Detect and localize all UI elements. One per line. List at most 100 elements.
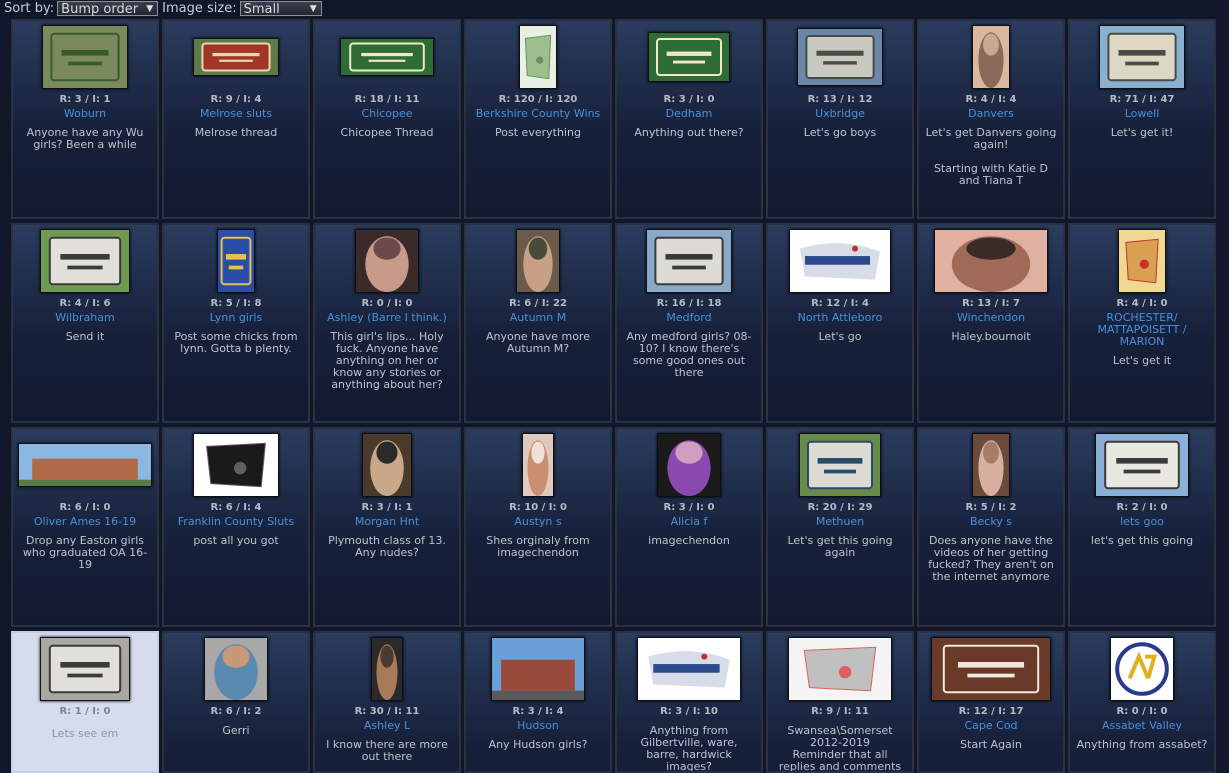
thread-thumbnail[interactable] [355, 229, 419, 293]
thread-thumbnail[interactable] [340, 38, 434, 76]
thread-title[interactable]: Chicopee [315, 108, 459, 120]
thread-card[interactable]: R: 10 / I: 0 Austyn s Shes orginaly from i… [464, 427, 612, 627]
thread-thumbnail[interactable] [1110, 637, 1174, 701]
thread-thumbnail[interactable] [193, 38, 279, 76]
thread-card[interactable]: R: 9 / I: 11 Swansea\Somerset 2012-2019 R… [766, 631, 914, 773]
thread-thumbnail[interactable] [1095, 433, 1189, 497]
thread-card[interactable]: R: 0 / I: 0 Assabet Valley Anything from a… [1068, 631, 1216, 773]
thread-title[interactable]: Hudson [466, 720, 610, 732]
thread-thumbnail[interactable] [799, 433, 881, 497]
thread-title[interactable]: Becky s [919, 516, 1063, 528]
thread-title[interactable]: ROCHESTER/ MATTAPOISETT / MARION [1070, 312, 1214, 348]
thread-title[interactable]: Ashley (Barre I think.) [315, 312, 459, 324]
thread-title[interactable]: Danvers [919, 108, 1063, 120]
thread-thumbnail[interactable] [491, 637, 585, 701]
thread-thumbnail[interactable] [931, 637, 1051, 701]
thread-card[interactable]: R: 3 / I: 0 Dedham Anything out there? [615, 19, 763, 219]
thread-thumbnail[interactable] [362, 433, 412, 497]
thread-card[interactable]: R: 2 / I: 0 lets goo let's get this going [1068, 427, 1216, 627]
thread-card[interactable]: R: 13 / I: 12 Uxbridge Let's go boys [766, 19, 914, 219]
thread-card[interactable]: R: 4 / I: 0 ROCHESTER/ MATTAPOISETT / MAR… [1068, 223, 1216, 423]
thread-card[interactable]: R: 5 / I: 8 Lynn girls Post some chicks fr… [162, 223, 310, 423]
thread-card[interactable]: R: 3 / I: 1 Woburn Anyone have any Wu girl… [11, 19, 159, 219]
thread-thumbnail[interactable] [371, 637, 403, 701]
thread-stats: R: 5 / I: 2 [965, 502, 1017, 513]
thread-thumbnail[interactable] [217, 229, 255, 293]
thread-card[interactable]: R: 9 / I: 4 Melrose sluts Melrose thread [162, 19, 310, 219]
thread-title[interactable]: Franklin County Sluts [164, 516, 308, 528]
thread-title[interactable]: Ashley L [315, 720, 459, 732]
thread-title[interactable]: Oliver Ames 16-19 [13, 516, 157, 528]
thread-title[interactable]: Lynn girls [164, 312, 308, 324]
thread-card[interactable]: R: 3 / I: 0 Alicia f imagechendon [615, 427, 763, 627]
image-size-select[interactable]: Small ▼ [239, 1, 322, 17]
thread-title[interactable]: Berkshire County Wins [466, 108, 610, 120]
thread-stats: R: 3 / I: 0 [663, 94, 715, 105]
thread-title[interactable]: Methuen [768, 516, 912, 528]
thread-thumbnail[interactable] [789, 229, 891, 293]
thread-thumbnail[interactable] [648, 32, 730, 82]
thread-thumbnail[interactable] [516, 229, 560, 293]
thread-title[interactable]: Melrose sluts [164, 108, 308, 120]
thread-thumbnail[interactable] [788, 637, 892, 701]
thread-thumbnail[interactable] [637, 637, 741, 701]
thread-card[interactable]: R: 3 / I: 10 Anything from Gilbertville, … [615, 631, 763, 773]
thread-card[interactable]: R: 13 / I: 7 Winchendon Haley.bournoit [917, 223, 1065, 423]
thread-card[interactable]: R: 71 / I: 47 Lowell Let's get it! [1068, 19, 1216, 219]
thread-title[interactable]: Uxbridge [768, 108, 912, 120]
thread-title[interactable]: Woburn [13, 108, 157, 120]
thread-card[interactable]: R: 30 / I: 11 Ashley L I know there are mo… [313, 631, 461, 773]
thread-thumbnail[interactable] [972, 25, 1010, 89]
thread-card[interactable]: R: 20 / I: 29 Methuen Let's get this going… [766, 427, 914, 627]
thread-card[interactable]: R: 3 / I: 1 Morgan Hnt Plymouth class of 1… [313, 427, 461, 627]
thread-thumbnail[interactable] [797, 28, 883, 86]
thread-title[interactable]: Alicia f [617, 516, 761, 528]
thread-thumbnail[interactable] [204, 637, 268, 701]
thread-title[interactable]: Lowell [1070, 108, 1214, 120]
thread-title[interactable]: Autumn M [466, 312, 610, 324]
thread-title[interactable]: Wilbraham [13, 312, 157, 324]
thread-thumbnail[interactable] [1099, 25, 1185, 89]
thread-card[interactable]: R: 6 / I: 4 Franklin County Sluts post all… [162, 427, 310, 627]
thread-thumbnail[interactable] [657, 433, 721, 497]
thread-title[interactable]: Assabet Valley [1070, 720, 1214, 732]
thread-thumbnail[interactable] [972, 433, 1010, 497]
thread-card[interactable]: R: 6 / I: 22 Autumn M Anyone have more Aut… [464, 223, 612, 423]
thread-card[interactable]: R: 18 / I: 11 Chicopee Chicopee Thread [313, 19, 461, 219]
thread-thumbnail[interactable] [40, 637, 130, 701]
thread-title[interactable]: lets goo [1070, 516, 1214, 528]
thread-title[interactable]: Dedham [617, 108, 761, 120]
thread-thumbnail[interactable] [42, 25, 128, 89]
thread-stats: R: 13 / I: 7 [962, 298, 1020, 309]
thread-card[interactable]: R: 6 / I: 2 Gerri [162, 631, 310, 773]
thread-thumbnail[interactable] [1118, 229, 1166, 293]
thread-stats: R: 9 / I: 4 [210, 94, 262, 105]
thread-card[interactable]: R: 4 / I: 4 Danvers Let's get Danvers goin… [917, 19, 1065, 219]
thread-card[interactable]: R: 120 / I: 120 Berkshire County Wins Post… [464, 19, 612, 219]
thread-thumbnail-wrap [617, 23, 761, 91]
thread-title[interactable]: Morgan Hnt [315, 516, 459, 528]
thread-card[interactable]: R: 0 / I: 0 Ashley (Barre I think.) This g… [313, 223, 461, 423]
sort-select[interactable]: Bump order ▼ [57, 1, 159, 17]
thread-card[interactable]: R: 6 / I: 0 Oliver Ames 16-19 Drop any Eas… [11, 427, 159, 627]
thread-card[interactable]: R: 12 / I: 17 Cape Cod Start Again [917, 631, 1065, 773]
thread-title[interactable]: Medford [617, 312, 761, 324]
thread-title[interactable]: Winchendon [919, 312, 1063, 324]
thread-card[interactable]: R: 12 / I: 4 North Attleboro Let's go [766, 223, 914, 423]
thread-excerpt: Swansea\Somerset 2012-2019 Reminder that… [778, 724, 902, 773]
thread-card[interactable]: R: 16 / I: 18 Medford Any medford girls? 0… [615, 223, 763, 423]
thread-thumbnail[interactable] [18, 443, 152, 487]
thread-thumbnail[interactable] [193, 433, 279, 497]
thread-title[interactable]: Cape Cod [919, 720, 1063, 732]
thread-card[interactable]: R: 4 / I: 6 Wilbraham Send it [11, 223, 159, 423]
thread-title[interactable]: North Attleboro [768, 312, 912, 324]
thread-thumbnail[interactable] [522, 433, 554, 497]
thread-thumbnail[interactable] [646, 229, 732, 293]
thread-thumbnail[interactable] [519, 25, 557, 89]
thread-title[interactable]: Austyn s [466, 516, 610, 528]
thread-card[interactable]: R: 5 / I: 2 Becky s Does anyone have the v… [917, 427, 1065, 627]
thread-card[interactable]: R: 3 / I: 4 Hudson Any Hudson girls? [464, 631, 612, 773]
thread-thumbnail[interactable] [40, 229, 130, 293]
thread-card[interactable]: R: 1 / I: 0 Lets see em [11, 631, 159, 773]
thread-thumbnail[interactable] [934, 229, 1048, 293]
